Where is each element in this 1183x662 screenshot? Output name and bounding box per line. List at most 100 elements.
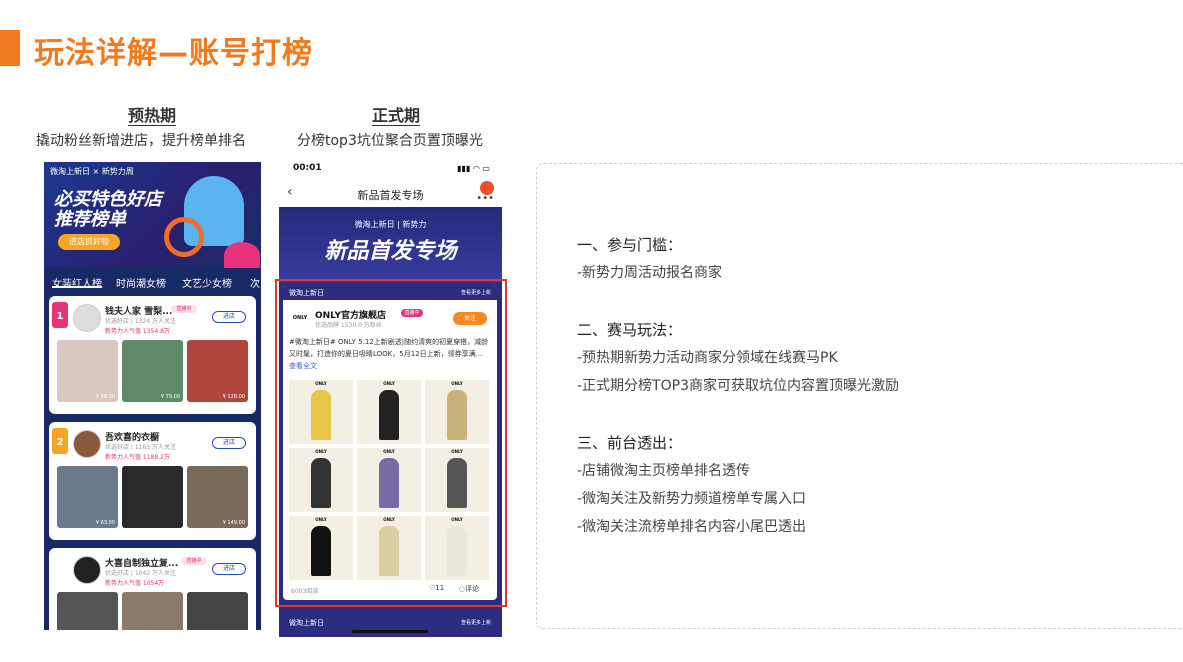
grid-label: ONLY (383, 381, 395, 386)
rank-badge: 2 (52, 428, 68, 454)
grid-label: ONLY (315, 449, 327, 454)
page-title: 玩法详解—账号打榜 (34, 36, 313, 71)
section-heading: 三、前台透出： (577, 434, 683, 452)
comment-button[interactable]: ◌评论 (459, 584, 479, 594)
grid-image[interactable]: ONLY (289, 516, 353, 580)
follow-button[interactable]: 关注 (453, 312, 487, 325)
signal-wifi-battery-icon: ▮▮▮ ◠ ▭ (457, 164, 490, 173)
product-thumbs: ¥ 58.00 ¥ 79.00 ¥ 128.00 (57, 340, 248, 402)
grid-image[interactable]: ONLY (425, 448, 489, 512)
like-button[interactable]: ♡11 (429, 584, 444, 592)
product-thumb[interactable] (122, 466, 183, 528)
popularity: 新势力人气值 1354.8万 (105, 328, 170, 335)
grid-image[interactable]: ONLY (289, 448, 353, 512)
product-thumb[interactable]: ¥ 63.00 (57, 466, 118, 528)
tab-trendy[interactable]: 时尚潮女榜 (116, 275, 166, 290)
shop-sub: 优选好店 | 1324 万人关注 (105, 318, 177, 325)
product-thumb[interactable]: ¥ 149.00 (187, 466, 248, 528)
section-header: 微淘上新日 查看更多上新 (283, 286, 497, 300)
grid-image[interactable]: ONLY (357, 448, 421, 512)
grid-image[interactable]: ONLY (289, 380, 353, 444)
tab-next[interactable]: 次 (250, 275, 260, 290)
status-text: 微淘上新日 × 新势力周 (50, 167, 134, 176)
grid-label: ONLY (451, 449, 463, 454)
grid-image[interactable]: ONLY (425, 380, 489, 444)
shop-sub: 优选好店 | 1163 万人关注 (105, 444, 177, 451)
grid-label: ONLY (383, 517, 395, 522)
avatar (73, 430, 101, 458)
view-more-link[interactable]: 查看更多上新 (461, 619, 491, 626)
grid-label: ONLY (451, 381, 463, 386)
section-item: -微淘关注及新势力频道榜单专属入口 (577, 491, 807, 507)
enter-shop-button[interactable]: 进店 (212, 437, 246, 449)
ranking-banner: 微淘上新日 × 新势力周 必买特色好店 推荐榜单 进店抓好物 (44, 162, 261, 268)
flower-deco (224, 242, 260, 268)
comment-label: 评论 (465, 585, 480, 593)
shop-card[interactable]: 1 钱夫人家 雪梨... 直播中 优选好店 | 1324 万人关注 新势力人气值… (49, 296, 256, 414)
read-more-link[interactable]: 查看全文 (289, 362, 317, 370)
product-thumb[interactable]: ¥ 128.00 (187, 340, 248, 402)
product-thumb[interactable]: ¥ 58.00 (57, 340, 118, 402)
product-thumbs: ¥ 63.00 ¥ 149.00 (57, 466, 248, 528)
rules-panel: 一、参与门槛： -新势力周活动报名商家 二、赛马玩法： -预热期新势力活动商家分… (536, 163, 1183, 629)
next-section-header: 微淘上新日 查看更多上新 (283, 616, 497, 630)
more-icon[interactable]: ••• (476, 193, 494, 204)
grid-label: ONLY (315, 381, 327, 386)
section-label: 微淘上新日 (289, 289, 324, 297)
banner-headline: 必买特色好店 推荐榜单 (54, 190, 162, 230)
status-time: 00:01 (293, 163, 322, 173)
post-body: #微淘上新日# ONLY 5.12上新剧透|随约清爽的初夏穿搭，减龄又时髦，打造… (289, 338, 489, 358)
product-thumb[interactable] (57, 592, 118, 630)
live-badge: 直播中 (401, 309, 423, 317)
tab-artsy[interactable]: 文艺少女榜 (182, 275, 232, 290)
enter-shop-button[interactable]: 进店 (212, 563, 246, 575)
nav-title: 新品首发专场 (357, 189, 424, 202)
tab-indicator (52, 286, 102, 288)
grid-image[interactable]: ONLY (425, 516, 489, 580)
price: ¥ 149.00 (222, 520, 245, 526)
grid-image[interactable]: ONLY (357, 380, 421, 444)
live-badge: 直播中 (171, 305, 197, 313)
section-item: -新势力周活动报名商家 (577, 265, 723, 281)
banner-line-2: 推荐榜单 (54, 209, 126, 230)
ranking-tabs: 女装红人榜 时尚潮女榜 文艺少女榜 次 (44, 270, 261, 292)
enter-shop-button[interactable]: 进店 (212, 311, 246, 323)
speaker-deco (164, 217, 204, 257)
shop-sub: 优选品牌 1530.0 万粉丝 (315, 322, 382, 329)
post-card[interactable]: 微淘上新日 查看更多上新 ONLY ONLY官方旗舰店 直播中 优选品牌 153… (283, 286, 497, 600)
price: ¥ 128.00 (222, 394, 245, 400)
section-heading: 二、赛马玩法： (577, 321, 683, 339)
grid-label: ONLY (315, 517, 327, 522)
avatar (73, 304, 101, 332)
product-thumb[interactable] (122, 592, 183, 630)
banner-button[interactable]: 进店抓好物 (58, 234, 120, 250)
home-indicator (352, 630, 428, 633)
view-more-link[interactable]: 查看更多上新 (461, 289, 491, 296)
product-thumb[interactable]: ¥ 79.00 (122, 340, 183, 402)
section-item: -店铺微淘主页榜单排名透传 (577, 463, 751, 479)
price: ¥ 58.00 (95, 394, 115, 400)
section-item: -预热期新势力活动商家分领域在线赛马PK (577, 350, 838, 366)
product-thumbs (57, 592, 248, 630)
official-title: 正式期 (372, 106, 421, 125)
preheat-desc: 撬动粉丝新增进店，提升榜单排名 (36, 133, 246, 149)
preheat-title: 预热期 (128, 106, 177, 125)
feature-banner: 微淘上新日 | 新势力 新品首发专场 (279, 207, 502, 282)
official-desc: 分榜top3坑位聚合页置顶曝光 (297, 133, 483, 149)
shop-logo: ONLY (292, 315, 308, 321)
popularity: 新势力人气值 1188.2万 (105, 454, 170, 461)
preheat-phone-screenshot: 微淘上新日 × 新势力周 必买特色好店 推荐榜单 进店抓好物 女装红人榜 时尚潮… (44, 162, 261, 630)
post-text: #微淘上新日# ONLY 5.12上新剧透|随约清爽的初夏穿搭，减龄又时髦，打造… (289, 336, 489, 372)
price: ¥ 63.00 (95, 520, 115, 526)
product-thumb[interactable] (187, 592, 248, 630)
like-count: 11 (435, 584, 445, 592)
shop-card[interactable]: 大喜自制独立复... 直播中 优选好店 | 1042 万人关注 新势力人气值 1… (49, 548, 256, 630)
rank-badge: 1 (52, 302, 68, 328)
product-grid: ONLY ONLY ONLY ONLY ONLY ONLY ONLY ONLY … (289, 380, 489, 580)
grid-label: ONLY (451, 517, 463, 522)
shop-card[interactable]: 2 吾欢喜的衣橱 优选好店 | 1163 万人关注 新势力人气值 1188.2万… (49, 422, 256, 540)
avatar (73, 556, 101, 584)
brand-line: 微淘上新日 | 新势力 (354, 220, 427, 229)
grid-image[interactable]: ONLY (357, 516, 421, 580)
section-label: 微淘上新日 (289, 619, 324, 627)
